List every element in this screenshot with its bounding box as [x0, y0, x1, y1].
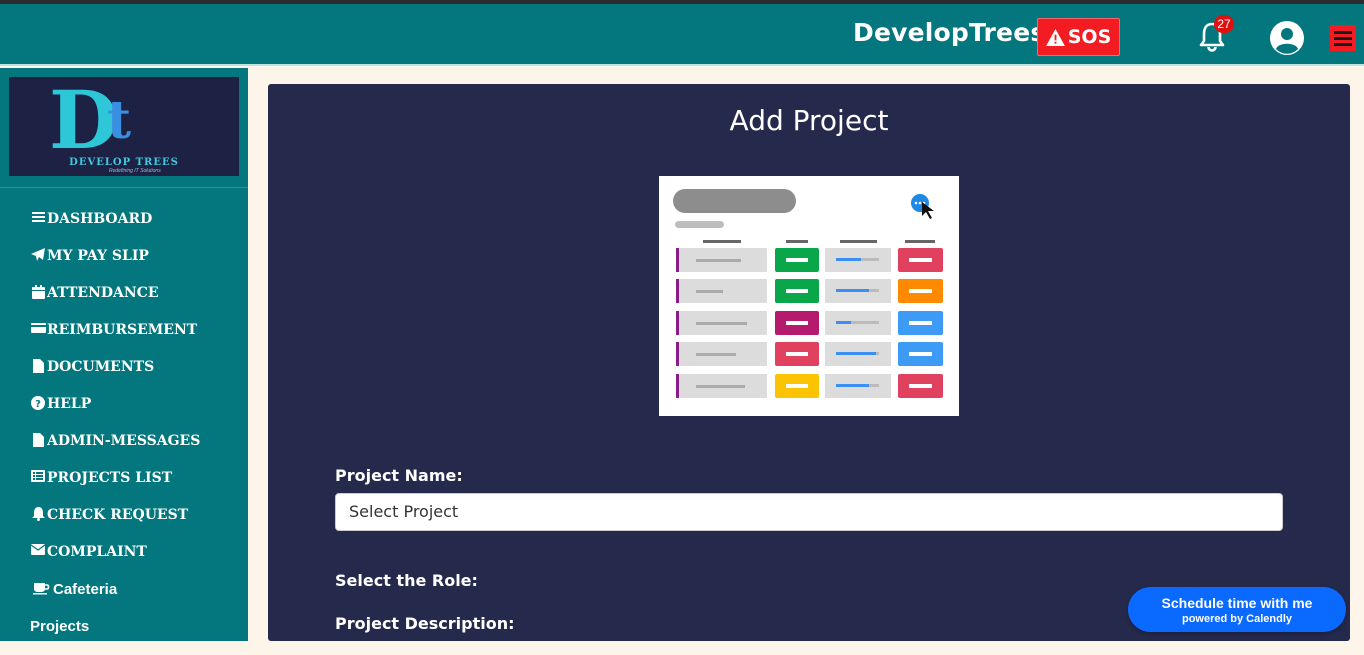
coffee-icon [30, 581, 52, 595]
sos-button[interactable]: SOS [1037, 18, 1120, 56]
page-title: Add Project [729, 104, 889, 137]
sidebar-nav: DASHBOARD MY PAY SLIP ATTENDANCE REIMBUR… [30, 211, 200, 655]
illustration-row [676, 248, 943, 272]
calendar-icon [30, 285, 46, 299]
sidebar-item-label: ATTENDANCE [47, 285, 159, 301]
sidebar-item-check-request[interactable]: CHECK REQUEST [30, 507, 200, 544]
logo-name: DEVELOP TREES [69, 157, 179, 168]
logo-tagline: Redefining IT Solutions [109, 168, 161, 174]
calendly-label: Schedule time with me [1161, 595, 1313, 611]
question-circle-icon: ? [30, 396, 46, 410]
paper-plane-icon [30, 248, 46, 262]
company-logo[interactable]: D t DEVELOP TREES Redefining IT Solution… [9, 77, 239, 176]
svg-text:?: ? [35, 399, 41, 410]
description-label: Project Description: [335, 614, 515, 633]
sidebar-item-label: DOCUMENTS [47, 359, 155, 375]
bell-icon [30, 507, 46, 521]
notification-badge: 27 [1214, 15, 1234, 33]
user-avatar-icon[interactable] [1269, 20, 1305, 56]
sidebar-item-label: PROJECTS LIST [47, 470, 173, 486]
sidebar-item-label: HELP [47, 396, 92, 412]
sidebar-item-label: MY PAY SLIP [47, 248, 149, 264]
project-list-illustration [659, 176, 959, 416]
sidebar-item-my-pay-slip[interactable]: MY PAY SLIP [30, 248, 200, 285]
project-name-label: Project Name: [335, 466, 463, 485]
illustration-row [676, 374, 943, 398]
sidebar-item-help[interactable]: ? HELP [30, 396, 200, 433]
list-icon [30, 470, 46, 482]
illustration-row [676, 311, 943, 335]
sidebar-item-label: REIMBURSEMENT [47, 322, 198, 338]
sidebar-item-attendance[interactable]: ATTENDANCE [30, 285, 200, 322]
sidebar-item-reimbursement[interactable]: REIMBURSEMENT [30, 322, 200, 359]
bars-icon [30, 211, 46, 223]
role-label: Select the Role: [335, 571, 478, 590]
top-navbar: DevelopTrees SOS 27 [0, 4, 1364, 66]
hamburger-menu-button[interactable] [1330, 25, 1356, 51]
sidebar-item-label: Cafeteria [53, 581, 118, 598]
file-icon [30, 433, 46, 447]
brand-title: DevelopTrees [853, 18, 1046, 47]
sidebar-item-cafeteria[interactable]: Cafeteria [30, 581, 200, 618]
sidebar-item-projects-list[interactable]: PROJECTS LIST [30, 470, 200, 507]
sidebar-item-label: COMPLAINT [47, 544, 147, 560]
credit-card-icon [30, 322, 46, 334]
warning-icon [1045, 28, 1065, 46]
illustration-row [676, 279, 943, 303]
sidebar-item-projects[interactable]: Projects [30, 618, 200, 655]
sidebar-item-label: ADMIN-MESSAGES [47, 433, 201, 449]
sidebar: D t DEVELOP TREES Redefining IT Solution… [0, 68, 248, 641]
sidebar-item-admin-messages[interactable]: ADMIN-MESSAGES [30, 433, 200, 470]
sidebar-divider [0, 187, 248, 188]
sidebar-item-documents[interactable]: DOCUMENTS [30, 359, 200, 396]
envelope-icon [30, 544, 46, 555]
sidebar-item-label: DASHBOARD [47, 211, 153, 227]
sidebar-item-label: CHECK REQUEST [47, 507, 189, 523]
illustration-row [676, 342, 943, 366]
sidebar-item-dashboard[interactable]: DASHBOARD [30, 211, 200, 248]
sos-label: SOS [1067, 26, 1112, 48]
project-select[interactable]: Select Project [335, 493, 1283, 531]
calendly-schedule-button[interactable]: Schedule time with me powered by Calendl… [1128, 587, 1346, 632]
calendly-powered-by: powered by Calendly [1181, 613, 1293, 625]
file-icon [30, 359, 46, 373]
add-project-card: Add Project Project Name: Select Project… [268, 84, 1350, 641]
sidebar-item-label: Projects [30, 618, 90, 635]
sidebar-item-complaint[interactable]: COMPLAINT [30, 544, 200, 581]
